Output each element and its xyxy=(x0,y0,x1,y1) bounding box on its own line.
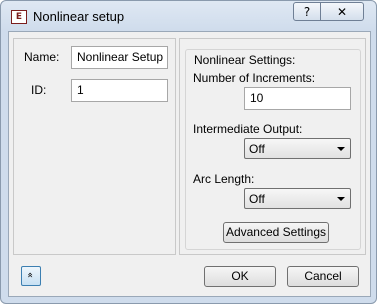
arc-length-select[interactable]: Off xyxy=(244,188,351,209)
increments-field[interactable]: 10 xyxy=(244,87,351,110)
nonlinear-panel: Nonlinear Settings: Number of Increments… xyxy=(179,38,366,255)
help-icon: ? xyxy=(303,5,311,19)
dialog-body: Name: Nonlinear Setup 1 ID: 1 Nonlinear … xyxy=(8,31,371,297)
close-button[interactable]: ✕ xyxy=(320,2,364,21)
chevron-down-icon xyxy=(337,147,345,151)
intermediate-output-select[interactable]: Off xyxy=(244,138,351,159)
help-button[interactable]: ? xyxy=(293,2,321,21)
increments-label: Number of Increments: xyxy=(193,71,316,85)
double-chevron-up-icon: » xyxy=(25,271,36,279)
chevron-down-icon xyxy=(337,197,345,201)
intermediate-output-value: Off xyxy=(249,142,265,156)
dialog-title: Nonlinear setup xyxy=(33,9,125,24)
general-panel: Name: Nonlinear Setup 1 ID: 1 xyxy=(13,38,176,255)
dialog-window: E Nonlinear setup ? ✕ Name: Nonlinear Se… xyxy=(0,0,377,304)
title-bar[interactable]: E Nonlinear setup ? ✕ xyxy=(1,1,376,31)
close-icon: ✕ xyxy=(336,5,348,19)
ok-button[interactable]: OK xyxy=(204,266,276,287)
nonlinear-settings-title: Nonlinear Settings: xyxy=(192,53,298,67)
app-icon: E xyxy=(11,10,27,24)
arc-length-value: Off xyxy=(249,192,265,206)
advanced-settings-button[interactable]: Advanced Settings xyxy=(223,222,329,243)
nonlinear-settings-group: Nonlinear Settings: Number of Increments… xyxy=(185,49,361,250)
arc-length-label: Arc Length: xyxy=(193,172,255,186)
name-label: Name: xyxy=(24,50,60,64)
expand-button[interactable]: » xyxy=(21,266,41,286)
intermediate-output-label: Intermediate Output: xyxy=(193,122,303,136)
cancel-button[interactable]: Cancel xyxy=(287,266,359,287)
id-field[interactable]: 1 xyxy=(71,79,168,102)
name-field[interactable]: Nonlinear Setup 1 xyxy=(71,46,168,69)
id-label: ID: xyxy=(31,83,47,97)
